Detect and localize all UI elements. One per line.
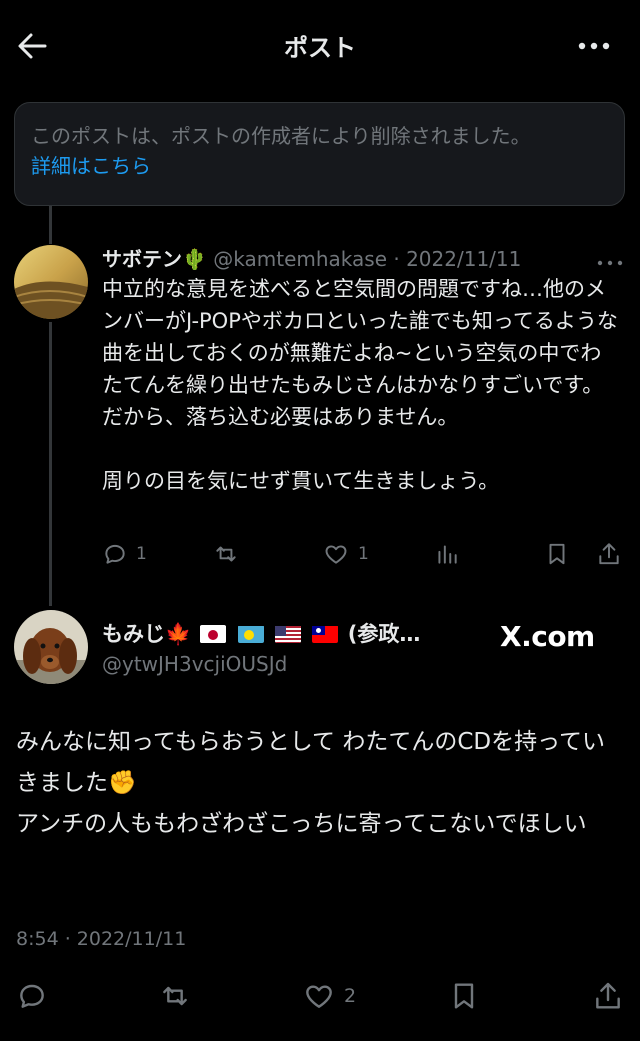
bookmark-icon: [454, 983, 474, 1009]
taiwan-flag-icon: [312, 625, 339, 643]
repost-button[interactable]: [212, 541, 248, 567]
more-horizontal-icon: [578, 42, 610, 50]
avatar[interactable]: [14, 610, 88, 684]
page-title: ポスト: [284, 34, 356, 62]
share-icon: [599, 543, 619, 565]
repost-icon: [163, 986, 187, 1006]
avatar[interactable]: [14, 245, 88, 319]
bookmark-button[interactable]: [448, 980, 480, 1012]
thread-line: [49, 206, 52, 244]
like-button[interactable]: 2: [302, 980, 356, 1012]
more-button[interactable]: [576, 36, 612, 56]
repost-button[interactable]: [158, 980, 192, 1012]
reply-handle-date: @kamtemhakase · 2022/11/11: [213, 247, 522, 271]
main-author-name[interactable]: もみじ🍁 (参政…: [102, 618, 420, 648]
deleted-post-notice: このポストは、ポストの作成者により削除されました。 詳細はこちら: [14, 102, 625, 206]
dog-avatar-image: [14, 610, 88, 684]
japan-flag-icon: [200, 625, 227, 643]
like-count: 1: [358, 544, 369, 564]
reply-more-button[interactable]: [596, 253, 626, 266]
share-icon: [596, 982, 620, 1009]
author-name-suffix: (参政…: [347, 622, 421, 646]
main-post-header: もみじ🍁 (参政… @ytwJH3vcjiOUSJd X.com: [0, 606, 640, 686]
reply-count: 1: [136, 544, 147, 564]
views-button[interactable]: [434, 541, 460, 567]
comment-icon: [20, 984, 44, 1008]
top-bar: ポスト: [0, 0, 640, 92]
main-action-bar: 2: [0, 978, 640, 1018]
share-button[interactable]: [592, 980, 624, 1012]
share-button[interactable]: [596, 541, 622, 567]
bookmark-icon: [549, 543, 565, 565]
analytics-icon: [438, 545, 457, 564]
reply-action-bar: 1 1: [0, 537, 640, 573]
post-timestamp[interactable]: 8:54 · 2022/11/11: [16, 928, 186, 950]
author-name-text: もみじ🍁: [102, 622, 192, 646]
reply-header: サボテン🌵 @kamtemhakase · 2022/11/11: [102, 243, 521, 272]
like-count: 2: [344, 985, 357, 1007]
like-button[interactable]: 1: [322, 541, 369, 567]
bookmark-button[interactable]: [544, 541, 570, 567]
deleted-notice-text: このポストは、ポストの作成者により削除されました。: [31, 124, 531, 148]
usa-flag-icon: [275, 625, 302, 643]
heart-icon: [306, 985, 332, 1008]
palau-flag-icon: [237, 625, 264, 643]
reply-button[interactable]: [16, 980, 48, 1012]
more-horizontal-icon: [597, 260, 623, 266]
repost-icon: [216, 546, 236, 562]
reply-text: 中立的な意見を述べると空気間の問題ですね…他のメンバーがJ-POPやボカロといっ…: [102, 277, 618, 493]
learn-more-link[interactable]: 詳細はこちら: [31, 151, 151, 181]
reply-button[interactable]: 1: [102, 541, 147, 567]
main-author-handle[interactable]: @ytwJH3vcjiOUSJd: [102, 652, 287, 676]
comment-icon: [105, 544, 125, 564]
heart-icon: [325, 545, 347, 564]
x-watermark: X.com: [500, 620, 595, 653]
reply-author-name[interactable]: サボテン🌵: [102, 247, 207, 271]
avatar-image: [14, 245, 88, 319]
main-post-text: みんなに知ってもらおうとして わたてんのCDを持っていきました✊ アンチの人もも…: [16, 729, 605, 837]
